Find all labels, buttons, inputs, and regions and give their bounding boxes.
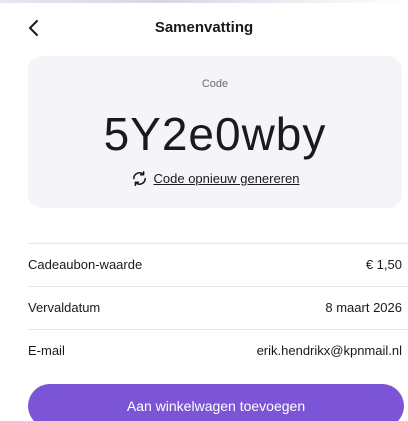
detail-value: erik.hendrikx@kpnmail.nl: [256, 343, 402, 358]
code-caption: Code: [201, 78, 229, 90]
detail-row-email: E-mail erik.hendrikx@kpnmail.nl: [28, 330, 408, 372]
regenerate-code-link[interactable]: Code opnieuw genereren: [28, 170, 402, 187]
detail-label: Cadeaubon-waarde: [28, 257, 143, 272]
detail-value: 8 maart 2026: [325, 300, 402, 315]
regenerate-code-label: Code opnieuw genereren: [153, 171, 300, 186]
add-to-cart-button[interactable]: Aan winkelwagen toevoegen: [28, 384, 404, 421]
summary-screen: Samenvatting Code 5Y2e0wby Code opnieuw …: [0, 0, 408, 421]
page-title: Samenvatting: [154, 19, 254, 36]
detail-value: € 1,50: [365, 257, 402, 272]
detail-row-expiry: Vervaldatum 8 maart 2026: [28, 287, 408, 330]
detail-label: Vervaldatum: [28, 300, 101, 315]
voucher-code-card: Code 5Y2e0wby Code opnieuw genereren: [28, 56, 402, 208]
detail-label: E-mail: [28, 343, 65, 358]
voucher-details: Cadeaubon-waarde € 1,50 Vervaldatum 8 ma…: [28, 243, 408, 372]
header: Samenvatting: [0, 8, 408, 48]
refresh-icon: [132, 170, 146, 187]
status-bar-edge: [0, 0, 408, 3]
detail-row-value: Cadeaubon-waarde € 1,50: [28, 243, 408, 287]
voucher-code: 5Y2e0wby: [103, 108, 327, 160]
